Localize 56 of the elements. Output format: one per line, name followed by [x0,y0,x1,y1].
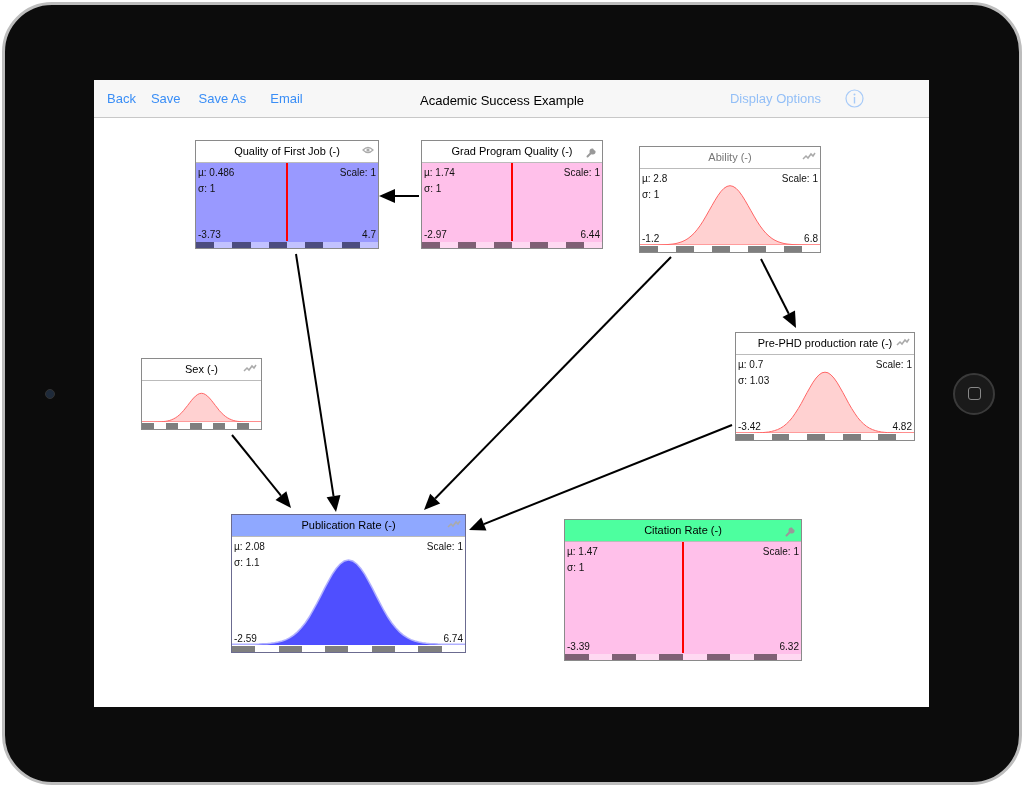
scale-label: Scale: 1 [875,359,912,371]
node-title: Citation Rate (-) [644,523,722,539]
wrench-icon[interactable] [586,146,598,158]
max-label: 6.32 [779,641,799,653]
info-icon[interactable] [845,89,864,108]
node-card[interactable]: Quality of First Job (-) µ: 0.486 σ: 1 Scale: 1 -3.73 4.7 [195,140,379,249]
min-label: -2.97 [424,229,447,241]
node-title: Pre-PHD production rate (-) [757,336,893,352]
wrench-icon[interactable] [785,525,797,537]
mean-label: µ: 0.486 [198,167,235,179]
camera-icon [44,388,55,399]
node-title: Publication Rate (-) [301,518,396,534]
trend-icon[interactable] [896,338,910,347]
document-title: Academic Success Example [420,92,584,110]
sigma-label: σ: 1 [642,189,660,201]
node-title: Sex (-) [185,362,218,378]
max-label: 6.44 [580,229,600,241]
sigma-label: σ: 1.1 [234,557,260,569]
max-label: 4.7 [362,229,376,241]
min-label: -3.42 [738,421,761,433]
home-button[interactable] [953,372,995,415]
trend-icon[interactable] [802,152,816,161]
mean-label: µ: 2.8 [642,173,668,185]
node-card[interactable]: Ability (-) µ: 2.8 σ: 1 Scale: 1 -1.2 6.8 [639,146,821,253]
node-title: Grad Program Quality (-) [451,144,573,160]
scale-label: Scale: 1 [762,546,799,558]
sigma-label: σ: 1.03 [738,375,770,387]
node-title: Ability (-) [708,150,752,166]
node-card[interactable]: Citation Rate (-) µ: 1.47 σ: 1 Scale: 1 -3.39 6.32 [564,519,802,661]
min-label: -3.39 [567,641,590,653]
node-card[interactable]: Pre-PHD production rate (-) µ: 0.7 σ: 1.03 Scale: 1 -3.42 4.82 [735,332,915,441]
arrow [379,189,420,203]
min-label: -2.59 [234,633,257,645]
scale-label: Scale: 1 [339,167,376,179]
scale-label: Scale: 1 [781,173,818,185]
trend-icon[interactable] [243,364,257,373]
max-label: 6.74 [443,633,463,645]
sigma-label: σ: 1 [424,183,442,195]
sigma-label: σ: 1 [198,183,216,195]
min-label: -3.73 [198,229,221,241]
min-label: -1.2 [642,233,660,245]
scale-label: Scale: 1 [563,167,600,179]
mean-label: µ: 1.74 [424,167,455,179]
node-card[interactable]: Grad Program Quality (-) µ: 1.74 σ: 1 Scale: 1 -2.97 6.44 [421,140,603,249]
node-card[interactable]: Sex (-) [141,358,262,430]
eye-icon[interactable] [362,146,374,154]
mean-label: µ: 1.47 [567,546,598,558]
max-label: 6.8 [804,233,818,245]
mean-label: µ: 0.7 [738,359,764,371]
node-title: Quality of First Job (-) [234,144,340,160]
scale-label: Scale: 1 [426,541,463,553]
sigma-label: σ: 1 [567,562,585,574]
node-card[interactable]: Publication Rate (-) µ: 2.08 σ: 1.1 Scale: 1 -2.59 6.74 [231,514,466,653]
max-label: 4.82 [892,421,912,433]
arrow [760,258,796,328]
mean-label: µ: 2.08 [234,541,265,553]
